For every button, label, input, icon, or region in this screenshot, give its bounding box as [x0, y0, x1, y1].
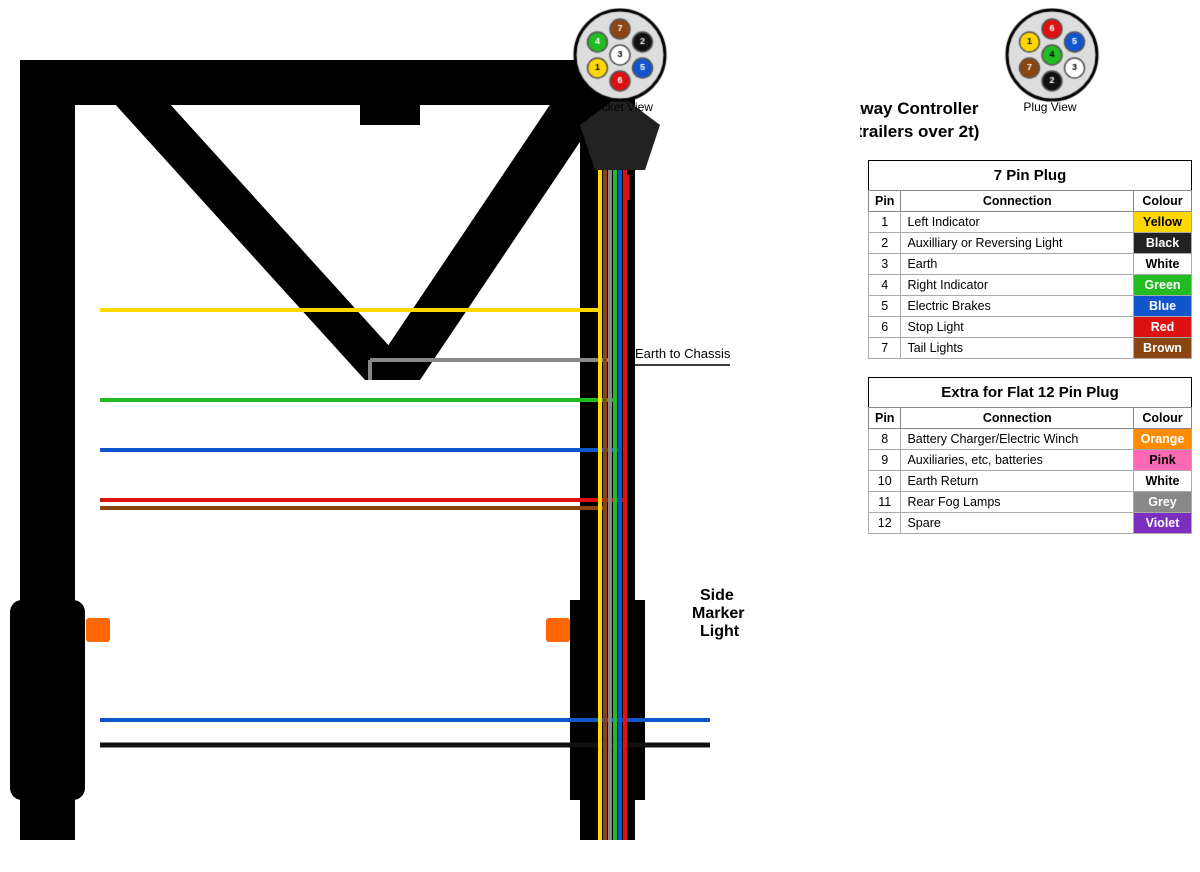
- pin-number: 3: [869, 254, 901, 275]
- connection-name: Earth: [901, 254, 1134, 275]
- table-row: 1 Left Indicator Yellow: [869, 212, 1192, 233]
- colour-cell: Red: [1134, 317, 1192, 338]
- socket-view-diagram: [548, 8, 693, 103]
- pin-number: 4: [869, 275, 901, 296]
- table-row: 11 Rear Fog Lamps Grey: [869, 492, 1192, 513]
- colour-cell: Brown: [1134, 338, 1192, 359]
- connection-name: Spare: [901, 513, 1134, 534]
- colour-cell: White: [1134, 471, 1192, 492]
- connection-name: Auxiliaries, etc, batteries: [901, 450, 1134, 471]
- table-row: 9 Auxiliaries, etc, batteries Pink: [869, 450, 1192, 471]
- 7pin-header-colour: Colour: [1134, 191, 1192, 212]
- 12pin-header-pin: Pin: [869, 408, 901, 429]
- colour-cell: White: [1134, 254, 1192, 275]
- table-row: 2 Auxilliary or Reversing Light Black: [869, 233, 1192, 254]
- 12pin-caption: Extra for Flat 12 Pin Plug: [868, 377, 1192, 407]
- socket-view-label: Socket View: [580, 100, 660, 114]
- colour-cell: Orange: [1134, 429, 1192, 450]
- wiring-diagram: Side Marker Light Side Marker Light Eart…: [0, 0, 860, 872]
- pin-number: 6: [869, 317, 901, 338]
- 12pin-header-colour: Colour: [1134, 408, 1192, 429]
- svg-text:Light: Light: [700, 623, 740, 640]
- pin-number: 11: [869, 492, 901, 513]
- svg-text:Marker: Marker: [692, 605, 744, 622]
- colour-cell: Yellow: [1134, 212, 1192, 233]
- pin-number: 2: [869, 233, 901, 254]
- side-marker-right-label: Side: [700, 587, 734, 604]
- table-row: 8 Battery Charger/Electric Winch Orange: [869, 429, 1192, 450]
- connection-name: Earth Return: [901, 471, 1134, 492]
- colour-cell: Green: [1134, 275, 1192, 296]
- svg-text:Light: Light: [30, 623, 70, 640]
- connection-name: Left Indicator: [901, 212, 1134, 233]
- table-row: 4 Right Indicator Green: [869, 275, 1192, 296]
- tables-panel: 7 Pin Plug Pin Connection Colour 1 Left …: [860, 160, 1200, 552]
- plug-view-diagram: [980, 8, 1125, 103]
- 12pin-header-connection: Connection: [901, 408, 1134, 429]
- pin-number: 8: [869, 429, 901, 450]
- table-row: 3 Earth White: [869, 254, 1192, 275]
- colour-cell: Pink: [1134, 450, 1192, 471]
- pin-number: 10: [869, 471, 901, 492]
- colour-cell: Grey: [1134, 492, 1192, 513]
- pin-number: 5: [869, 296, 901, 317]
- table-row: 5 Electric Brakes Blue: [869, 296, 1192, 317]
- table-row: 7 Tail Lights Brown: [869, 338, 1192, 359]
- 12pin-table: Extra for Flat 12 Pin Plug Pin Connectio…: [868, 377, 1192, 534]
- pin-number: 9: [869, 450, 901, 471]
- colour-cell: Blue: [1134, 296, 1192, 317]
- 7pin-header-pin: Pin: [869, 191, 901, 212]
- connection-name: Battery Charger/Electric Winch: [901, 429, 1134, 450]
- connection-name: Stop Light: [901, 317, 1134, 338]
- colour-cell: Violet: [1134, 513, 1192, 534]
- pin-number: 12: [869, 513, 901, 534]
- colour-cell: Black: [1134, 233, 1192, 254]
- connection-name: Electric Brakes: [901, 296, 1134, 317]
- pin-number: 7: [869, 338, 901, 359]
- svg-text:Marker: Marker: [22, 605, 74, 622]
- table-row: 10 Earth Return White: [869, 471, 1192, 492]
- connection-name: Auxilliary or Reversing Light: [901, 233, 1134, 254]
- table-row: 12 Spare Violet: [869, 513, 1192, 534]
- side-marker-left-label: Side: [30, 587, 64, 604]
- 7pin-table: 7 Pin Plug Pin Connection Colour 1 Left …: [868, 160, 1192, 359]
- connection-name: Tail Lights: [901, 338, 1134, 359]
- 7pin-caption: 7 Pin Plug: [868, 160, 1192, 190]
- connection-name: Rear Fog Lamps: [901, 492, 1134, 513]
- 7pin-header-connection: Connection: [901, 191, 1134, 212]
- connection-name: Right Indicator: [901, 275, 1134, 296]
- earth-to-chassis-label: Earth to Chassis: [635, 346, 731, 361]
- table-row: 6 Stop Light Red: [869, 317, 1192, 338]
- pin-number: 1: [869, 212, 901, 233]
- plug-view-label: Plug View: [1010, 100, 1090, 114]
